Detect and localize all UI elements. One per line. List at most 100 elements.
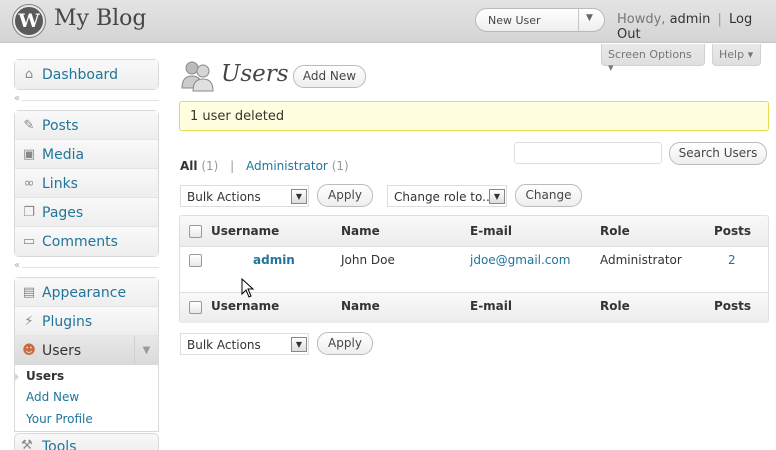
favorite-action-label[interactable]: New User (488, 14, 541, 27)
menu-item-users[interactable]: ☻ Users ▼ (15, 336, 158, 365)
menu-label: Comments (42, 234, 118, 250)
search-input[interactable] (514, 142, 662, 164)
column-name[interactable]: Name (341, 299, 380, 313)
menu-label: Plugins (42, 314, 93, 330)
column-email[interactable]: E-mail (470, 224, 512, 238)
menu-group-admin: ▤ Appearance ⚡ Plugins ☻ Users ▼ (14, 277, 159, 365)
chevron-down-icon[interactable]: ▼ (489, 189, 505, 204)
separator: | (230, 159, 235, 173)
apply-button[interactable]: Apply (317, 184, 373, 207)
menu-item-tools[interactable]: ⚒ Tools (14, 433, 159, 450)
bulk-actions-select[interactable]: Bulk Actions ▼ (180, 185, 309, 207)
pin-icon: ✎ (23, 118, 35, 133)
bulk-actions-select-bottom[interactable]: Bulk Actions ▼ (180, 333, 309, 355)
favorite-actions-dropdown[interactable]: New User ▼ (475, 8, 605, 32)
menu-item-dashboard[interactable]: ⌂ Dashboard (15, 60, 158, 89)
submenu-item-add-new[interactable]: Add New (26, 390, 79, 404)
screen-options-tab[interactable]: Screen Options ▾ (601, 44, 705, 74)
menu-item-posts[interactable]: ✎ Posts (15, 111, 158, 140)
menu-separator[interactable]: « (14, 260, 159, 273)
change-role-value: Change role to... (394, 190, 494, 204)
column-role[interactable]: Role (600, 224, 630, 238)
users-table: Username Name E-mail Role Posts admin Jo… (179, 215, 769, 323)
filter-all[interactable]: All (180, 159, 198, 173)
table-footer: Username Name E-mail Role Posts (180, 293, 768, 323)
wordpress-logo-icon: W (13, 5, 45, 37)
add-new-button[interactable]: Add New (293, 65, 366, 88)
help-tab[interactable]: Help ▾ (712, 44, 761, 66)
column-username[interactable]: Username (211, 224, 279, 238)
menu-item-pages[interactable]: ❐ Pages (15, 198, 158, 227)
menu-item-plugins[interactable]: ⚡ Plugins (15, 307, 158, 336)
media-icon: ▣ (22, 147, 36, 162)
pages-icon: ❐ (23, 205, 35, 220)
column-posts[interactable]: Posts (714, 299, 751, 313)
filter-admin-count: (1) (331, 159, 349, 173)
collapse-arrows-icon[interactable]: « (14, 93, 23, 104)
menu-label: Dashboard (42, 67, 118, 83)
change-role-button[interactable]: Change (515, 184, 582, 207)
user-role-filters: All (1) | Administrator (1) (180, 159, 349, 173)
tools-icon: ⚒ (21, 438, 33, 450)
collapse-arrows-icon[interactable]: « (14, 260, 23, 271)
menu-separator[interactable]: « (14, 93, 159, 106)
select-all-checkbox[interactable] (189, 225, 202, 238)
chevron-down-icon[interactable]: ▼ (291, 189, 307, 204)
menu-label: Posts (42, 118, 79, 134)
menu-item-comments[interactable]: ▭ Comments (15, 227, 158, 256)
column-role[interactable]: Role (600, 299, 630, 313)
table-header: Username Name E-mail Role Posts (180, 216, 768, 246)
user-greeting: Howdy, admin | Log Out (617, 12, 776, 42)
users-submenu: Users Add New Your Profile (14, 365, 159, 432)
current-pointer-icon (14, 372, 19, 382)
select-all-checkbox[interactable] (189, 301, 202, 314)
bulk-actions-value: Bulk Actions (187, 338, 261, 352)
menu-group-content: ✎ Posts ▣ Media ∞ Links ❐ Pages ▭ Commen… (14, 110, 159, 257)
menu-label: Media (42, 147, 85, 163)
users-icon: ☻ (22, 343, 36, 358)
email-link[interactable]: jdoe@gmail.com (470, 253, 570, 267)
search-users-button[interactable]: Search Users (669, 142, 767, 165)
menu-item-media[interactable]: ▣ Media (15, 140, 158, 169)
row-checkbox[interactable] (189, 254, 202, 267)
submenu-item-users[interactable]: Users (26, 369, 64, 383)
deleted-notice: 1 user deleted (179, 101, 769, 131)
column-posts[interactable]: Posts (714, 224, 751, 238)
link-icon: ∞ (23, 176, 35, 191)
filter-all-count: (1) (201, 159, 219, 173)
plugin-icon: ⚡ (24, 314, 34, 329)
filter-administrator[interactable]: Administrator (246, 159, 328, 173)
site-title[interactable]: My Blog (54, 6, 146, 31)
chevron-down-icon[interactable]: ▼ (291, 337, 307, 352)
menu-label: Tools (42, 439, 77, 450)
chevron-down-icon[interactable]: ▼ (586, 13, 593, 23)
column-username[interactable]: Username (211, 299, 279, 313)
username-link[interactable]: admin (253, 253, 295, 267)
dropdown-divider (578, 9, 579, 31)
page-title: Users (221, 61, 289, 87)
user-role: Administrator (600, 253, 682, 267)
submenu-item-your-profile[interactable]: Your Profile (26, 412, 93, 426)
apply-button-bottom[interactable]: Apply (317, 332, 373, 355)
admin-header: W My Blog New User ▼ Howdy, admin | Log … (0, 0, 776, 43)
users-page-icon (181, 61, 214, 92)
bulk-actions-value: Bulk Actions (187, 190, 261, 204)
menu-label: Links (42, 176, 78, 192)
menu-label: Users (42, 343, 82, 359)
profile-link[interactable]: admin (670, 12, 711, 27)
menu-item-appearance[interactable]: ▤ Appearance (15, 278, 158, 307)
separator: | (717, 12, 722, 27)
menu-label: Pages (42, 205, 84, 221)
menu-group-dashboard: ⌂ Dashboard (14, 59, 159, 90)
posts-count-link[interactable]: 2 (728, 253, 736, 267)
menu-item-links[interactable]: ∞ Links (15, 169, 158, 198)
change-role-select[interactable]: Change role to... ▼ (387, 185, 507, 207)
howdy-label: Howdy, (617, 12, 666, 27)
column-name[interactable]: Name (341, 224, 380, 238)
table-row: admin John Doe jdoe@gmail.com Administra… (180, 246, 768, 293)
column-email[interactable]: E-mail (470, 299, 512, 313)
comment-icon: ▭ (22, 234, 36, 249)
submenu-toggle-icon[interactable]: ▼ (134, 336, 158, 365)
menu-label: Appearance (42, 285, 127, 301)
mouse-cursor-icon (241, 278, 255, 298)
